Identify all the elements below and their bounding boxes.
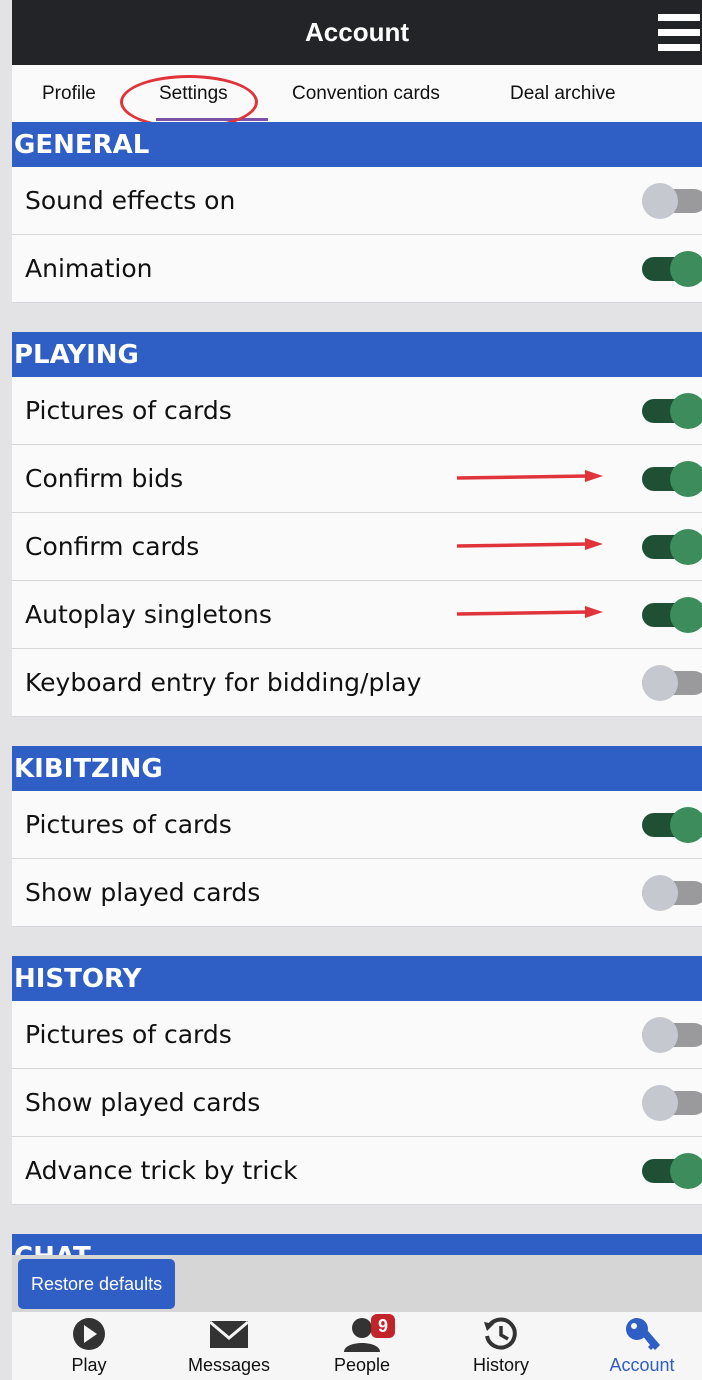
- history-icon: [484, 1317, 517, 1350]
- toggle-knob: [670, 393, 702, 429]
- setting-row[interactable]: Pictures of cards: [12, 791, 702, 859]
- nav-people[interactable]: 9 People: [302, 1312, 422, 1380]
- toggle-switch[interactable]: [642, 183, 702, 219]
- setting-row[interactable]: Sound effects on: [12, 167, 702, 235]
- setting-label: Animation: [25, 254, 153, 283]
- active-tab-indicator: [156, 118, 268, 121]
- setting-row[interactable]: Show played cards: [12, 1069, 702, 1137]
- toggle-switch[interactable]: [642, 529, 702, 565]
- toggle-knob: [670, 807, 702, 843]
- tab-bar: Profile Settings Convention cards Deal a…: [12, 65, 702, 129]
- section-gap: [12, 927, 702, 956]
- people-badge: 9: [371, 1314, 395, 1338]
- toggle-knob: [670, 461, 702, 497]
- setting-row[interactable]: Pictures of cards: [12, 1001, 702, 1069]
- setting-label: Pictures of cards: [25, 396, 232, 425]
- setting-label: Keyboard entry for bidding/play: [25, 668, 422, 697]
- toggle-knob: [670, 529, 702, 565]
- setting-label: Autoplay singletons: [25, 600, 272, 629]
- toggle-switch[interactable]: [642, 597, 702, 633]
- setting-label: Sound effects on: [25, 186, 236, 215]
- nav-label-history: History: [472, 1355, 529, 1375]
- settings-list: GENERAL Sound effects on Animation PLAYING P…: [12, 122, 702, 1255]
- top-bar: Account: [12, 0, 702, 65]
- tab-profile[interactable]: Profile: [42, 83, 96, 105]
- toggle-switch[interactable]: [642, 1085, 702, 1121]
- nav-label-people: People: [333, 1355, 391, 1375]
- toggle-knob: [642, 665, 678, 701]
- section-header-kibitzing: KIBITZING: [12, 746, 702, 791]
- nav-messages[interactable]: Messages: [169, 1312, 289, 1380]
- nav-play[interactable]: Play: [29, 1312, 149, 1380]
- nav-history[interactable]: History: [441, 1312, 561, 1380]
- toggle-switch[interactable]: [642, 1017, 702, 1053]
- annotation-arrow: [456, 606, 603, 618]
- annotation-arrow: [456, 470, 603, 482]
- setting-row[interactable]: Confirm cards: [12, 513, 702, 581]
- toggle-knob: [642, 183, 678, 219]
- nav-label-play: Play: [71, 1355, 107, 1375]
- toggle-knob: [642, 1017, 678, 1053]
- setting-row[interactable]: Show played cards: [12, 859, 702, 927]
- annotation-arrow: [456, 538, 603, 550]
- setting-label: Advance trick by trick: [25, 1156, 298, 1185]
- nav-label-account: Account: [609, 1355, 675, 1375]
- toggle-switch[interactable]: [642, 875, 702, 911]
- toggle-switch[interactable]: [642, 807, 702, 843]
- restore-defaults-button[interactable]: Restore defaults: [18, 1259, 176, 1309]
- toggle-switch[interactable]: [642, 461, 702, 497]
- restore-bar: Restore defaults: [12, 1255, 702, 1312]
- toggle-knob: [670, 1153, 702, 1189]
- setting-label: Pictures of cards: [25, 1020, 232, 1049]
- setting-label: Confirm bids: [25, 464, 184, 493]
- setting-label: Show played cards: [25, 1088, 261, 1117]
- setting-label: Confirm cards: [25, 532, 200, 561]
- setting-row[interactable]: Advance trick by trick: [12, 1137, 702, 1205]
- toggle-knob: [670, 251, 702, 287]
- tab-convention-cards[interactable]: Convention cards: [292, 83, 440, 105]
- setting-row[interactable]: Keyboard entry for bidding/play: [12, 649, 702, 717]
- envelope-icon: [209, 1320, 249, 1348]
- setting-row[interactable]: Confirm bids: [12, 445, 702, 513]
- tab-settings[interactable]: Settings: [159, 83, 228, 105]
- section-header-playing: PLAYING: [12, 332, 702, 377]
- toggle-knob: [670, 597, 702, 633]
- play-icon: [73, 1318, 105, 1350]
- section-header-chat: CHAT: [12, 1234, 702, 1255]
- toggle-switch[interactable]: [642, 251, 702, 287]
- key-icon: [626, 1318, 660, 1350]
- bottom-nav: Play Messages 9 People History Account: [12, 1312, 702, 1380]
- toggle-knob: [642, 1085, 678, 1121]
- section-header-general: GENERAL: [12, 122, 702, 167]
- toggle-switch[interactable]: [642, 665, 702, 701]
- setting-row[interactable]: Animation: [12, 235, 702, 303]
- tab-deal-archive[interactable]: Deal archive: [510, 83, 616, 105]
- nav-account[interactable]: Account: [582, 1312, 702, 1380]
- section-gap: [12, 717, 702, 746]
- setting-row[interactable]: Pictures of cards: [12, 377, 702, 445]
- toggle-switch[interactable]: [642, 1153, 702, 1189]
- toggle-switch[interactable]: [642, 393, 702, 429]
- section-header-history: HISTORY: [12, 956, 702, 1001]
- nav-label-messages: Messages: [187, 1355, 271, 1375]
- setting-label: Show played cards: [25, 878, 261, 907]
- section-gap: [12, 303, 702, 332]
- hamburger-menu-icon[interactable]: [658, 14, 700, 52]
- section-gap: [12, 1205, 702, 1234]
- toggle-knob: [642, 875, 678, 911]
- page-title: Account: [305, 17, 409, 47]
- setting-label: Pictures of cards: [25, 810, 232, 839]
- setting-row[interactable]: Autoplay singletons: [12, 581, 702, 649]
